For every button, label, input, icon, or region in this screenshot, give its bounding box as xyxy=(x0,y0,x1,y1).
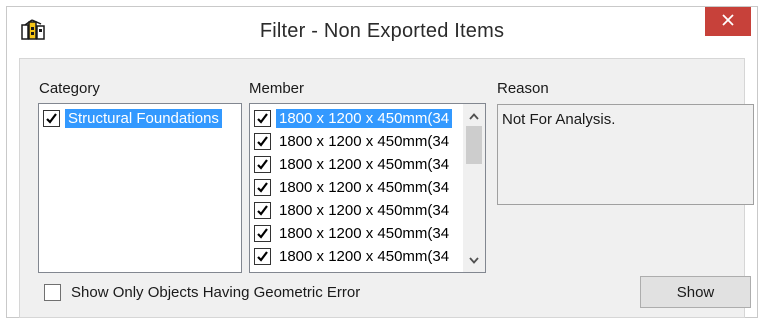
member-item-checkbox[interactable] xyxy=(254,110,271,127)
reason-label: Reason xyxy=(497,80,549,97)
title-bar[interactable]: Filter - Non Exported Items xyxy=(7,7,757,49)
member-label: Member xyxy=(249,80,305,97)
member-item-label: 1800 x 1200 x 450mm(34 xyxy=(279,179,450,196)
member-item[interactable]: 1800 x 1200 x 450mm(34 xyxy=(254,130,462,153)
member-item-checkbox[interactable] xyxy=(254,179,271,196)
show-button[interactable]: Show xyxy=(640,276,751,308)
window-title: Filter - Non Exported Items xyxy=(259,20,505,42)
category-label: Category xyxy=(39,80,100,97)
member-item-checkbox[interactable] xyxy=(254,248,271,265)
member-item[interactable]: 1800 x 1200 x 450mm(34 xyxy=(254,107,462,130)
filter-dialog: Filter - Non Exported Items Category Str… xyxy=(6,6,758,318)
member-item-checkbox[interactable] xyxy=(254,225,271,242)
member-item-label: 1800 x 1200 x 450mm(34 xyxy=(279,202,450,219)
member-item[interactable]: 1800 x 1200 x 450mm(34 xyxy=(254,153,462,176)
member-item-checkbox[interactable] xyxy=(254,202,271,219)
close-icon xyxy=(722,13,734,31)
chevron-down-icon xyxy=(469,251,479,269)
member-list[interactable]: 1800 x 1200 x 450mm(34 1800 x 1200 x 450… xyxy=(249,103,486,273)
member-item-label: 1800 x 1200 x 450mm(34 xyxy=(276,109,453,128)
member-item-label: 1800 x 1200 x 450mm(34 xyxy=(279,225,450,242)
member-item-checkbox[interactable] xyxy=(254,133,271,150)
scroll-up-button[interactable] xyxy=(463,106,485,126)
geometric-error-label: Show Only Objects Having Geometric Error xyxy=(71,284,361,301)
category-item-label: Structural Foundations xyxy=(65,109,222,128)
category-list[interactable]: Structural Foundations xyxy=(38,103,242,273)
scroll-thumb[interactable] xyxy=(466,126,482,164)
chevron-up-icon xyxy=(469,107,479,125)
geometric-error-option[interactable]: Show Only Objects Having Geometric Error xyxy=(44,284,360,301)
member-item[interactable]: 1800 x 1200 x 450mm(34 xyxy=(254,222,462,245)
geometric-error-checkbox[interactable] xyxy=(44,284,61,301)
scroll-down-button[interactable] xyxy=(463,250,485,270)
member-item-label: 1800 x 1200 x 450mm(34 xyxy=(279,133,450,150)
reason-text: Not For Analysis. xyxy=(497,104,754,205)
member-item[interactable]: 1800 x 1200 x 450mm(34 xyxy=(254,199,462,222)
member-items: 1800 x 1200 x 450mm(34 1800 x 1200 x 450… xyxy=(254,107,462,268)
member-item-checkbox[interactable] xyxy=(254,156,271,173)
category-item[interactable]: Structural Foundations xyxy=(39,107,241,130)
category-item-checkbox[interactable] xyxy=(43,110,60,127)
member-item-label: 1800 x 1200 x 450mm(34 xyxy=(279,156,450,173)
member-item-label: 1800 x 1200 x 450mm(34 xyxy=(279,248,450,265)
member-scrollbar[interactable] xyxy=(463,104,485,272)
close-button[interactable] xyxy=(705,7,751,36)
dialog-content: Category Structural Foundations Member 1… xyxy=(19,58,754,318)
member-item[interactable]: 1800 x 1200 x 450mm(34 xyxy=(254,176,462,199)
member-item[interactable]: 1800 x 1200 x 450mm(34 xyxy=(254,245,462,268)
